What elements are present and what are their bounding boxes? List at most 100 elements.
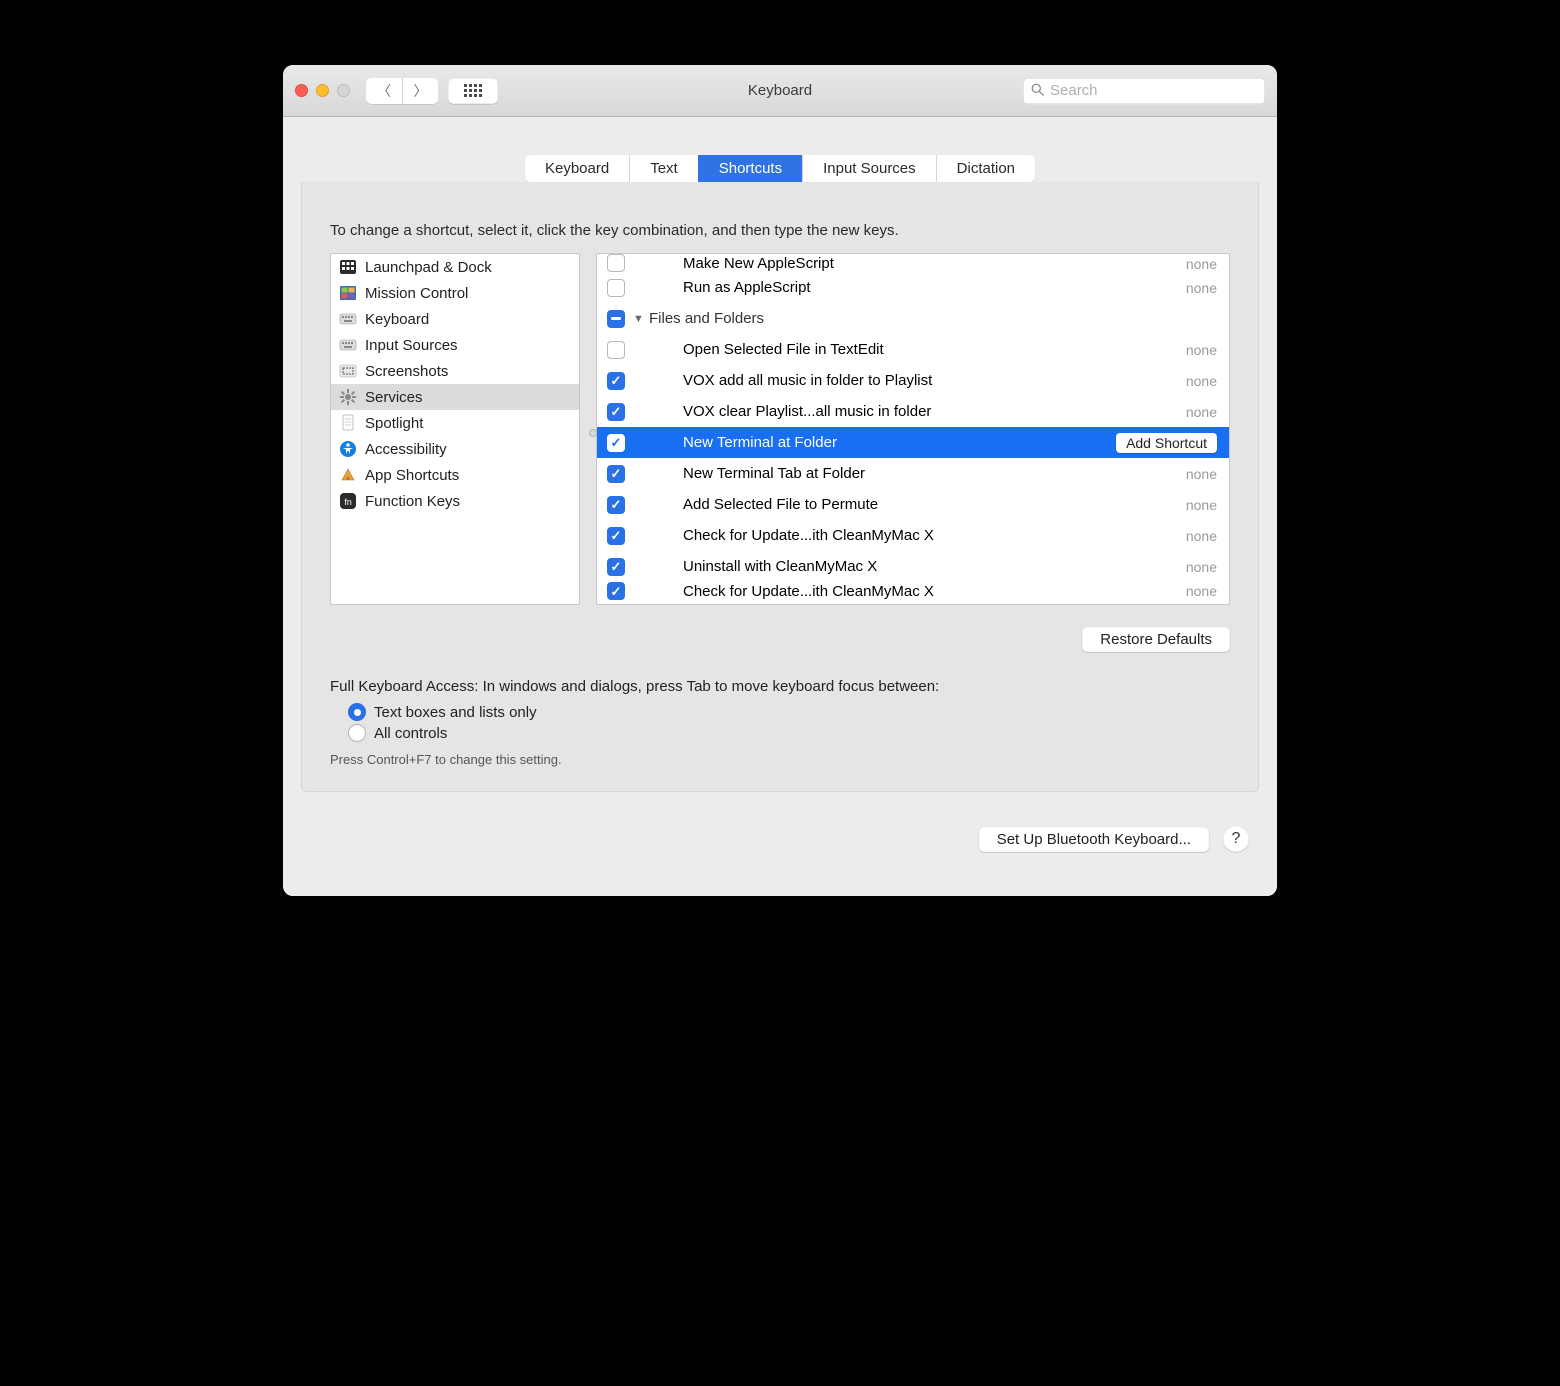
row-label: Check for Update...ith CleanMyMac X (683, 527, 1157, 544)
radio-button-off-icon (348, 724, 366, 742)
svg-text:fn: fn (344, 497, 352, 507)
checkbox[interactable] (607, 310, 625, 328)
tab-group: KeyboardTextShortcutsInput SourcesDictat… (525, 155, 1035, 182)
group-header[interactable]: ▼Files and Folders (597, 303, 1229, 334)
shortcut-value: none (1157, 342, 1217, 358)
checkbox[interactable] (607, 527, 625, 545)
checkbox[interactable] (607, 341, 625, 359)
row-label: Uninstall with CleanMyMac X (683, 558, 1157, 575)
checkbox[interactable] (607, 465, 625, 483)
fka-option-text-boxes[interactable]: Text boxes and lists only (348, 703, 1230, 721)
minimize-window-button[interactable] (316, 84, 329, 97)
service-row[interactable]: Check for Update...ith CleanMyMac Xnone (597, 520, 1229, 551)
sidebar-item-label: Screenshots (365, 363, 448, 380)
preferences-window: 〈 〉 Keyboard KeyboardTextShortcutsInput … (283, 65, 1277, 896)
nav-back-forward: 〈 〉 (366, 78, 438, 104)
shortcut-value: none (1157, 280, 1217, 296)
row-label: New Terminal Tab at Folder (683, 465, 1157, 482)
checkbox[interactable] (607, 582, 625, 600)
service-row[interactable]: VOX add all music in folder to Playlistn… (597, 365, 1229, 396)
forward-button[interactable]: 〉 (402, 78, 438, 104)
service-row[interactable]: Open Selected File in TextEditnone (597, 334, 1229, 365)
sidebar-item-spotlight[interactable]: Spotlight (331, 410, 579, 436)
service-row[interactable]: New Terminal Tab at Foldernone (597, 458, 1229, 489)
row-label: Add Selected File to Permute (683, 496, 1157, 513)
sidebar-item-launchpad-dock[interactable]: Launchpad & Dock (331, 254, 579, 280)
restore-row: Restore Defaults (330, 627, 1230, 652)
service-row[interactable]: Make New AppleScriptnone (597, 254, 1229, 272)
tab-input-sources[interactable]: Input Sources (802, 155, 936, 182)
category-sidebar[interactable]: Launchpad & Dock Mission Control Keyboard I… (330, 253, 580, 605)
service-row[interactable]: Add Selected File to Permutenone (597, 489, 1229, 520)
row-label: Make New AppleScript (683, 255, 1157, 272)
sidebar-item-accessibility[interactable]: Accessibility (331, 436, 579, 462)
fka-option-all-controls[interactable]: All controls (348, 724, 1230, 742)
sidebar-item-label: Mission Control (365, 285, 468, 302)
keyboard-icon (339, 336, 357, 354)
shortcut-value: none (1157, 256, 1217, 272)
search-input[interactable] (1050, 82, 1257, 99)
shortcut-value: none (1157, 373, 1217, 389)
chevron-right-icon: 〉 (414, 81, 428, 101)
sidebar-item-screenshots[interactable]: Screenshots (331, 358, 579, 384)
mission-control-icon (339, 284, 357, 302)
restore-defaults-button[interactable]: Restore Defaults (1082, 627, 1230, 652)
sidebar-item-mission-control[interactable]: Mission Control (331, 280, 579, 306)
row-label: Open Selected File in TextEdit (683, 341, 1157, 358)
back-button[interactable]: 〈 (366, 78, 402, 104)
fka-radio-group: Text boxes and lists only All controls (348, 703, 1230, 742)
sidebar-item-label: Spotlight (365, 415, 423, 432)
checkbox[interactable] (607, 403, 625, 421)
service-row[interactable]: Check for Update...ith CleanMyMac Xnone (597, 582, 1229, 600)
sidebar-item-label: Accessibility (365, 441, 447, 458)
radio-label: All controls (374, 725, 447, 742)
service-row[interactable]: Run as AppleScriptnone (597, 272, 1229, 303)
checkbox[interactable] (607, 372, 625, 390)
tab-text[interactable]: Text (629, 155, 698, 182)
tab-keyboard[interactable]: Keyboard (525, 155, 629, 182)
row-label: Check for Update...ith CleanMyMac X (683, 583, 1157, 600)
service-row[interactable]: Uninstall with CleanMyMac Xnone (597, 551, 1229, 582)
search-icon (1031, 83, 1044, 99)
radio-button-on-icon (348, 703, 366, 721)
setup-bluetooth-button[interactable]: Set Up Bluetooth Keyboard... (979, 827, 1209, 852)
checkbox[interactable] (607, 279, 625, 297)
sidebar-item-keyboard[interactable]: Keyboard (331, 306, 579, 332)
radio-label: Text boxes and lists only (374, 704, 537, 721)
zoom-window-button[interactable] (337, 84, 350, 97)
checkbox[interactable] (607, 434, 625, 452)
tab-dictation[interactable]: Dictation (936, 155, 1035, 182)
content-area: KeyboardTextShortcutsInput SourcesDictat… (283, 155, 1277, 896)
app-shortcuts-icon (339, 466, 357, 484)
sidebar-item-label: Function Keys (365, 493, 460, 510)
checkbox[interactable] (607, 558, 625, 576)
add-shortcut-button[interactable]: Add Shortcut (1116, 433, 1217, 453)
launchpad-icon (339, 258, 357, 276)
spotlight-icon (339, 414, 357, 432)
row-label: Run as AppleScript (683, 279, 1157, 296)
service-row[interactable]: VOX clear Playlist...all music in folder… (597, 396, 1229, 427)
chevron-left-icon: 〈 (377, 81, 391, 101)
sidebar-item-function-keys[interactable]: fn Function Keys (331, 488, 579, 514)
search-field[interactable] (1023, 78, 1265, 104)
show-all-button[interactable] (448, 78, 498, 104)
checkbox[interactable] (607, 254, 625, 272)
sidebar-item-label: Keyboard (365, 311, 429, 328)
checkbox[interactable] (607, 496, 625, 514)
close-window-button[interactable] (295, 84, 308, 97)
sidebar-item-label: Services (365, 389, 423, 406)
help-button[interactable]: ? (1223, 826, 1249, 852)
column-resize-handle[interactable] (589, 429, 597, 437)
tab-shortcuts[interactable]: Shortcuts (698, 155, 802, 182)
service-row[interactable]: New Terminal at FolderAdd Shortcut (597, 427, 1229, 458)
grid-icon (464, 84, 482, 97)
fka-hint: Press Control+F7 to change this setting. (330, 752, 1230, 767)
sidebar-item-input-sources[interactable]: Input Sources (331, 332, 579, 358)
sidebar-item-services[interactable]: Services (331, 384, 579, 410)
services-list[interactable]: Make New AppleScriptnoneRun as AppleScri… (596, 253, 1230, 605)
disclosure-triangle-icon[interactable]: ▼ (633, 313, 649, 325)
row-label: VOX clear Playlist...all music in folder (683, 403, 1157, 420)
instruction-text: To change a shortcut, select it, click t… (330, 222, 1230, 239)
keyboard-icon (339, 310, 357, 328)
sidebar-item-app-shortcuts[interactable]: App Shortcuts (331, 462, 579, 488)
